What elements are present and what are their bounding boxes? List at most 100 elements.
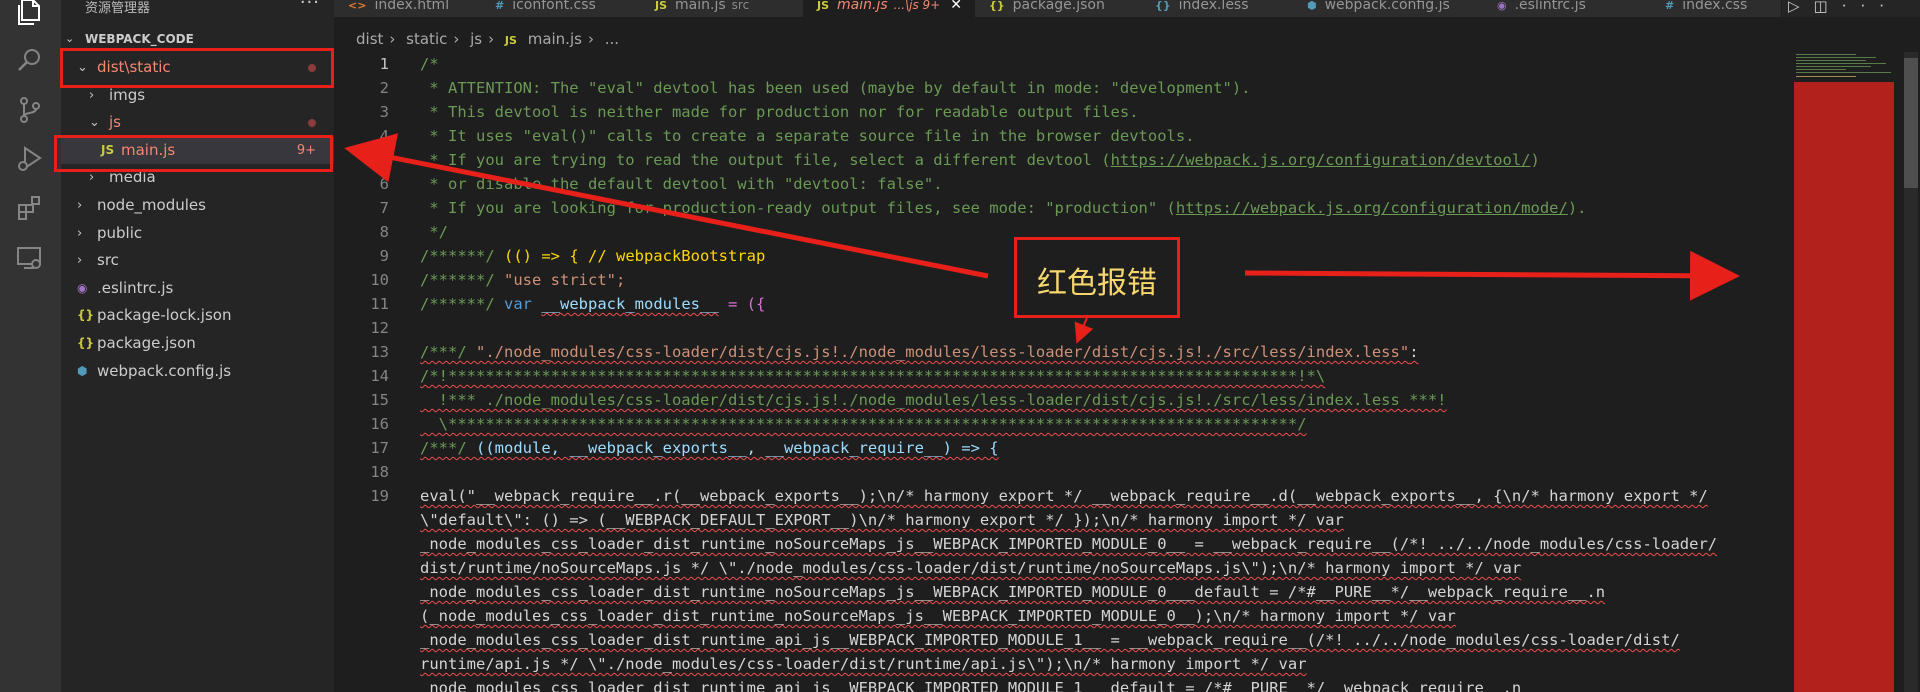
code-text: ((module, __webpack_exports__, __webpack… (476, 439, 999, 457)
code-line: dist/runtime/noSourceMaps.js */ \"./node… (420, 559, 1522, 577)
activity-bar (0, 0, 61, 692)
json-file-icon: {} (77, 308, 95, 323)
editor-tab[interactable]: ⬢ webpack.config.js (1293, 0, 1484, 17)
line-number: 7 (379, 199, 389, 217)
code-line: /***/ ((module, __webpack_exports__, __w… (420, 436, 999, 460)
code-line: * or disable the default devtool with "d… (420, 175, 943, 193)
remote-explorer-icon[interactable] (14, 242, 46, 274)
tree-item[interactable]: › node_modules (61, 192, 334, 219)
line-number: 19 (370, 487, 389, 505)
split-editor-icon[interactable]: ◫ (1814, 0, 1842, 15)
line-number: 6 (379, 175, 389, 193)
tree-item[interactable]: ⬢ webpack.config.js (61, 358, 334, 385)
code-text: /******/ (420, 295, 504, 313)
minimap[interactable] (1794, 52, 1902, 692)
editor-tab[interactable]: JS main.js ...\js 9+ ✕ (803, 0, 976, 17)
code-line: * If you are looking for production-read… (420, 196, 1586, 220)
line-number: 9 (379, 247, 389, 265)
run-debug-icon[interactable] (14, 142, 46, 174)
breadcrumb-item[interactable]: static (406, 30, 447, 48)
editor-tab[interactable]: ◉ .eslintrc.js (1483, 0, 1652, 17)
line-number: 14 (370, 367, 389, 385)
code-text: /******/ (420, 247, 504, 265)
code-line: * ATTENTION: The "eval" devtool has been… (420, 79, 1251, 97)
code-text: /***/ (420, 343, 476, 361)
tree-item[interactable]: › src (61, 247, 334, 274)
tree-item-label: package-lock.json (97, 306, 232, 325)
workspace-name: WEBPACK_CODE (85, 32, 194, 46)
line-number: 11 (370, 295, 389, 313)
code-line: /* (420, 55, 439, 73)
search-icon[interactable] (14, 44, 46, 76)
chevron-right-icon: › (77, 198, 83, 213)
code-line: * It uses "eval()" calls to create a sep… (420, 127, 1195, 145)
editor-tab[interactable]: # index.css (1651, 0, 1782, 17)
explorer-icon[interactable] (14, 0, 46, 28)
editor-tab[interactable]: {} package.json (975, 0, 1142, 17)
more-icon[interactable]: ··· (1842, 0, 1898, 15)
main-js-highlight (54, 135, 333, 172)
line-number: 4 (379, 127, 389, 145)
code-line: /***/ "./node_modules/css-loader/dist/cj… (420, 340, 1419, 364)
code-text: * If you are trying to read the output f… (420, 151, 1111, 169)
tab-label: webpack.config.js (1324, 0, 1450, 13)
line-number: 1 (379, 55, 389, 73)
line-number: 17 (370, 439, 389, 457)
tree-item-label: public (97, 223, 143, 242)
line-number: 18 (370, 463, 389, 481)
tree-item-label: .eslintrc.js (97, 278, 174, 297)
line-number: 15 (370, 391, 389, 409)
code-text: : (1409, 343, 1419, 361)
line-number: 12 (370, 319, 389, 337)
code-line: /*!*************************************… (420, 367, 1326, 385)
tree-item[interactable]: › public (61, 220, 334, 247)
chevron-down-icon: ⌄ (65, 32, 75, 45)
code-line: _node_modules_css_loader_dist_runtime_no… (420, 535, 1718, 553)
code-text: "./node_modules/css-loader/dist/cjs.js!.… (476, 343, 1410, 361)
minimap-header-lines (1796, 54, 1891, 77)
eslint-file-icon: ◉ (77, 280, 88, 295)
close-icon[interactable]: ✕ (950, 0, 962, 12)
tree-item[interactable]: {} package-lock.json (61, 302, 334, 329)
run-icon[interactable]: ▷ (1788, 0, 1814, 15)
code-line: !*** ./node_modules/css-loader/dist/cjs.… (420, 391, 1447, 409)
breadcrumb-item[interactable]: js (470, 30, 482, 48)
code-line: _node_modules_css_loader_dist_runtime_no… (420, 583, 1606, 601)
file-type-icon: ◉ (1497, 0, 1507, 12)
more-actions-icon[interactable]: ··· (300, 0, 320, 13)
mode-doc-link[interactable]: https://webpack.js.org/configuration/mod… (1176, 199, 1568, 217)
minimap-error-region (1794, 82, 1894, 692)
editor-actions: ▷◫··· (1788, 0, 1898, 15)
editor-tab[interactable]: JS main.js src (641, 0, 804, 17)
breadcrumb-item[interactable]: main.js (528, 30, 582, 48)
tree-item[interactable]: {} package.json (61, 330, 334, 357)
editor-tab[interactable]: # iconfont.css (481, 0, 642, 17)
extensions-icon[interactable] (14, 192, 46, 224)
code-text: /***/ (420, 439, 476, 457)
editor-tab[interactable]: {} index.less (1141, 0, 1294, 17)
code-line: (_node_modules_css_loader_dist_runtime_n… (420, 607, 1456, 625)
editor-tab[interactable]: <> index.html (334, 0, 482, 17)
chevron-right-icon: › (77, 253, 83, 269)
line-number: 13 (370, 343, 389, 361)
tree-item-label: js (109, 113, 121, 132)
code-line: /******/ "use strict"; (420, 268, 625, 292)
line-number: 2 (379, 79, 389, 97)
code-line: * If you are trying to read the output f… (420, 148, 1540, 172)
code-line: \***************************************… (420, 415, 1307, 433)
scrollbar-thumb[interactable] (1904, 58, 1918, 188)
code-line: \"default\": () => (__WEBPACK_DEFAULT_EX… (420, 511, 1344, 529)
code-line: /******/ var __webpack_modules__ = ({ (420, 292, 765, 316)
breadcrumb-item[interactable]: ... (605, 30, 619, 48)
source-control-icon[interactable] (14, 94, 46, 126)
breadcrumb-item[interactable]: dist (356, 30, 383, 48)
tree-item[interactable]: ⌄ js (61, 109, 334, 136)
file-type-icon: ⬢ (1307, 0, 1317, 12)
devtool-doc-link[interactable]: https://webpack.js.org/configuration/dev… (1111, 151, 1531, 169)
tree-item-label: package.json (97, 334, 196, 352)
line-number: 8 (379, 223, 389, 241)
tab-label: package.json (1012, 0, 1105, 13)
code-editor[interactable]: 1 2 3 4 5 6 7 8 9 10 11 12 13 14 15 16 17 18 19 /* * ATTEN… (334, 52, 1794, 692)
tree-item[interactable]: ◉ .eslintrc.js (61, 275, 334, 302)
code-text: var (504, 295, 532, 313)
